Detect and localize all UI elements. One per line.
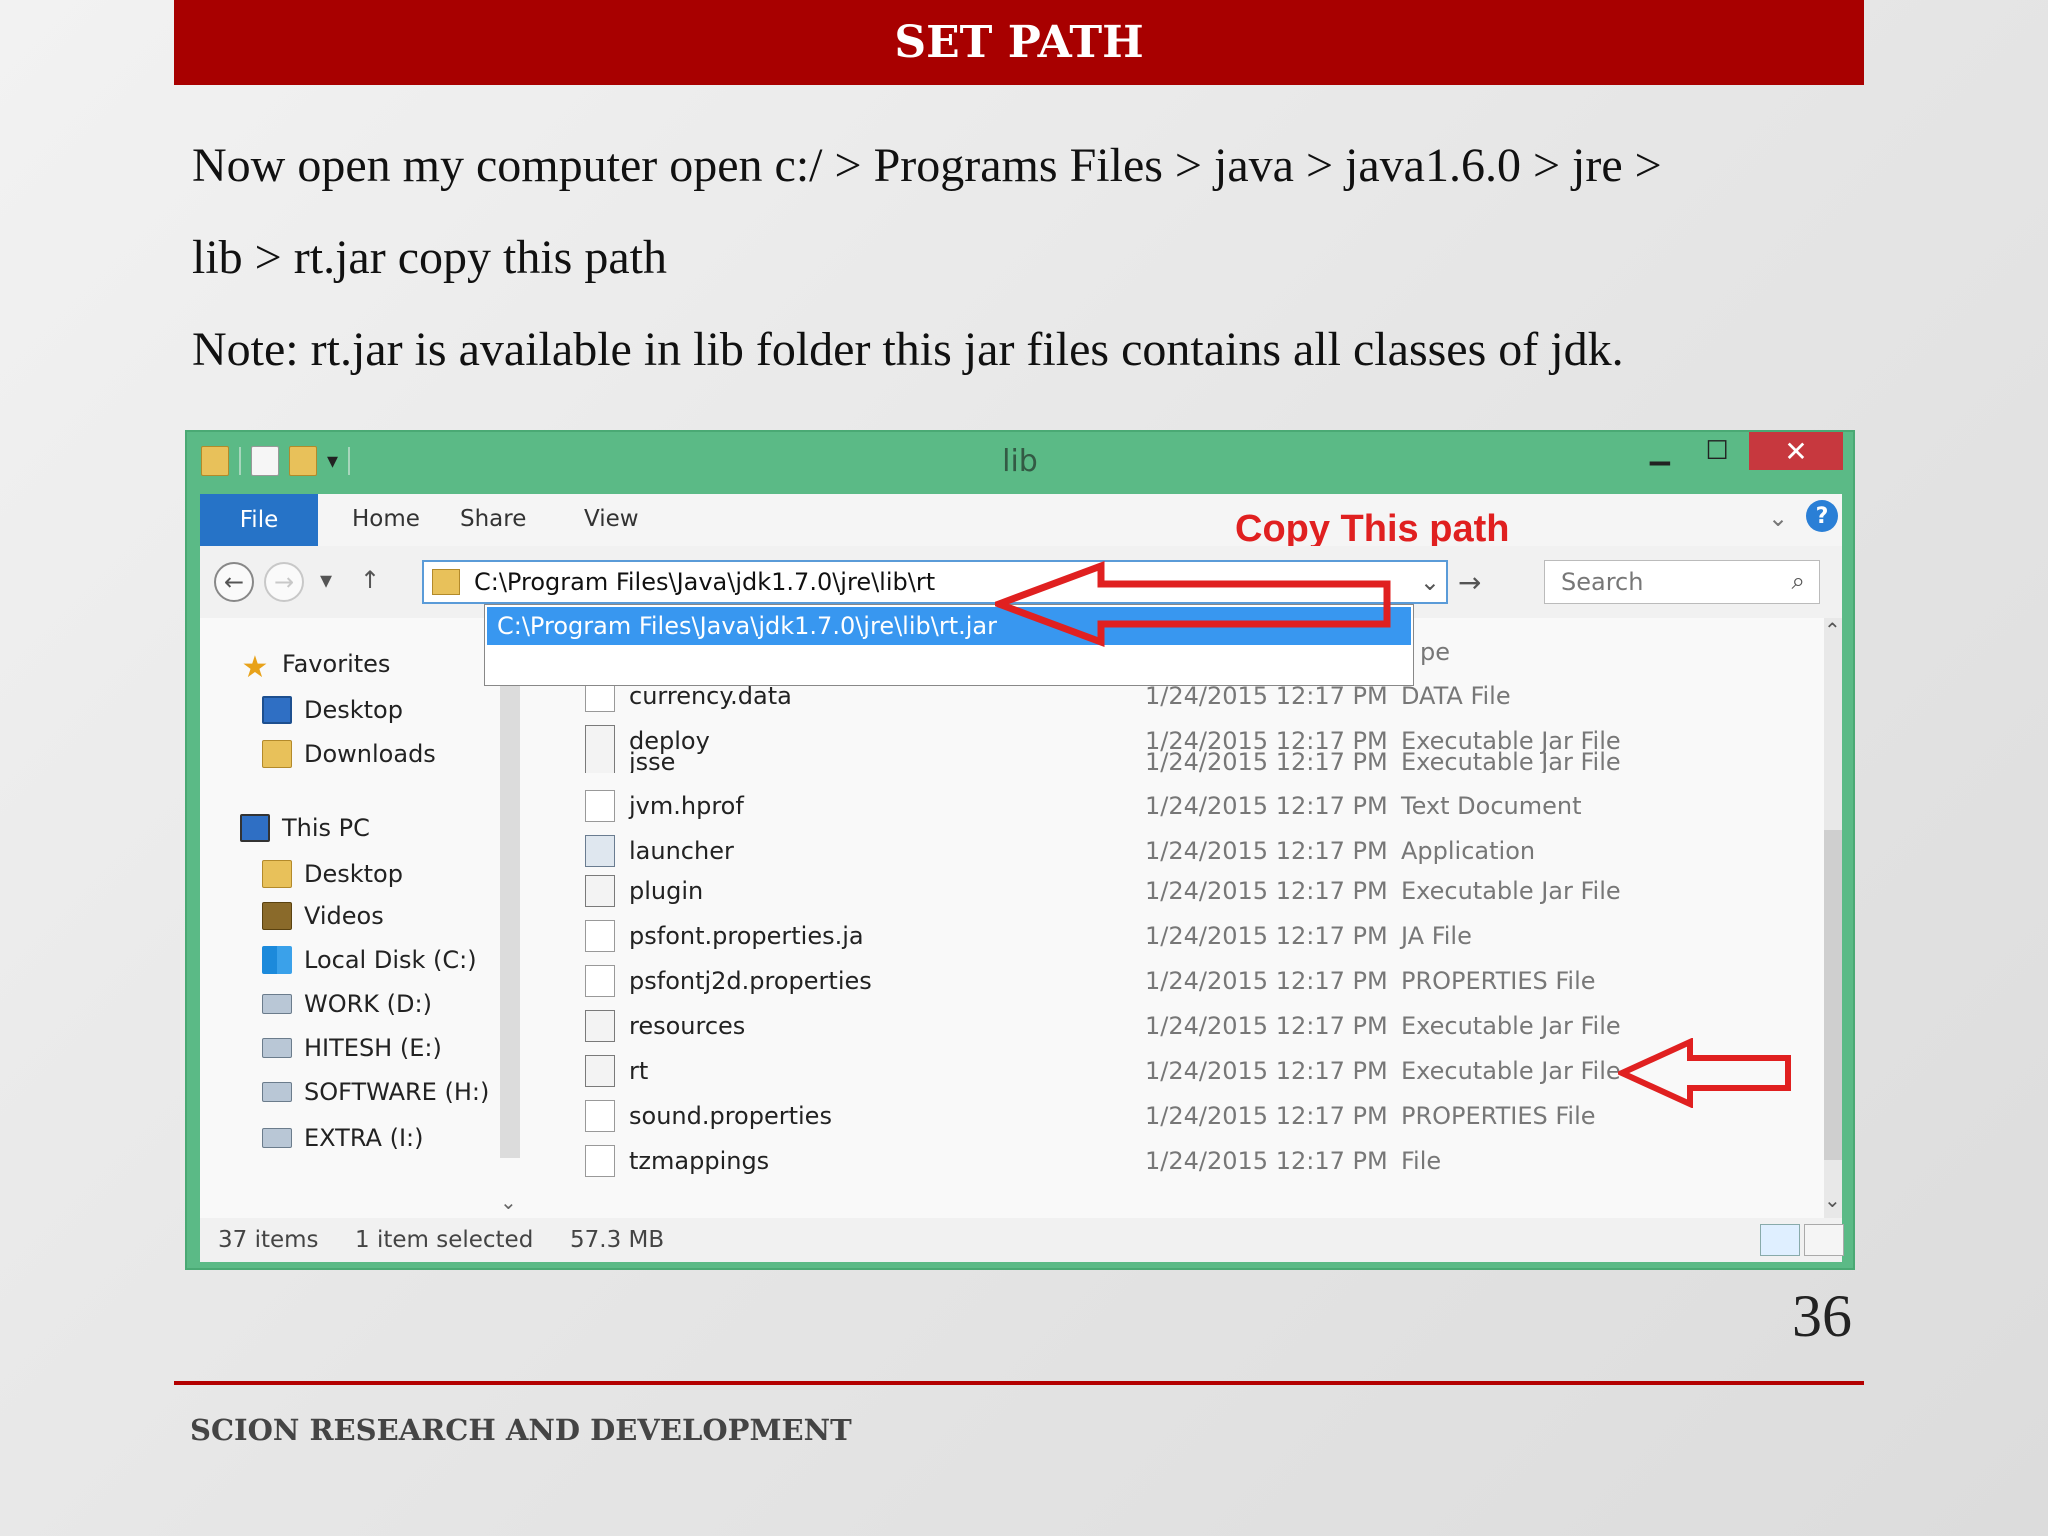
drive-icon (262, 994, 292, 1014)
content-area: ★ Favorites Desktop Downloads This PC De… (200, 618, 1842, 1218)
forward-button[interactable]: → (264, 562, 304, 602)
file-row[interactable]: psfontj2d.properties 1/24/2015 12:17 PM … (585, 961, 1765, 1001)
help-icon[interactable]: ? (1806, 500, 1838, 532)
videos-icon (262, 902, 292, 930)
desktop-folder-icon (262, 860, 292, 888)
footer-text: SCION RESEARCH AND DEVELOPMENT (190, 1413, 852, 1447)
tab-view[interactable]: View (584, 506, 639, 532)
footer-divider (174, 1381, 1864, 1385)
chevron-down-icon[interactable]: ⌄ (1420, 568, 1440, 596)
chevron-down-icon[interactable]: ⌄ (1824, 1188, 1841, 1212)
file-row[interactable]: tzmappings 1/24/2015 12:17 PM File (585, 1141, 1765, 1181)
expand-ribbon-icon[interactable]: ⌄ (1768, 504, 1788, 532)
note-text: Note: rt.jar is available in lib folder … (192, 323, 1624, 376)
nav-downloads[interactable]: Downloads (262, 740, 436, 768)
jar-file-icon (585, 875, 615, 907)
large-icons-view-icon[interactable] (1804, 1224, 1844, 1256)
navigation-pane: ★ Favorites Desktop Downloads This PC De… (200, 618, 520, 1218)
file-row[interactable]: psfont.properties.ja 1/24/2015 12:17 PM … (585, 916, 1765, 956)
nav-pane-scrollbar[interactable] (500, 658, 520, 1158)
search-icon[interactable]: ⌕ (1792, 567, 1805, 595)
application-icon (585, 835, 615, 867)
selection-size: 57.3 MB (570, 1227, 665, 1253)
explorer-window: ▾ lib ▁ ☐ ✕ File Home Share View ⌄ ? Cop… (185, 430, 1855, 1270)
nav-work-drive[interactable]: WORK (D:) (262, 990, 432, 1018)
scrollbar-thumb[interactable] (1824, 830, 1842, 1160)
copy-path-annotation: Copy This path (1235, 508, 1510, 550)
go-button[interactable]: → (1458, 566, 1481, 599)
tab-share[interactable]: Share (460, 506, 526, 532)
folder-icon (432, 569, 460, 595)
nav-local-disk[interactable]: Local Disk (C:) (262, 946, 477, 974)
desktop-icon (262, 696, 292, 724)
minimize-button[interactable]: ▁ (1635, 432, 1685, 470)
nav-software-drive[interactable]: SOFTWARE (H:) (262, 1078, 489, 1106)
file-icon (585, 1100, 615, 1132)
tab-file[interactable]: File (200, 494, 318, 546)
chevron-up-icon[interactable]: ⌃ (1824, 618, 1841, 642)
computer-icon (240, 814, 270, 842)
nav-pc-desktop[interactable]: Desktop (262, 860, 403, 888)
drive-icon (262, 1128, 292, 1148)
file-row[interactable]: sound.properties 1/24/2015 12:17 PM PROP… (585, 1096, 1765, 1136)
file-row[interactable]: resources 1/24/2015 12:17 PM Executable … (585, 1006, 1765, 1046)
drive-icon (262, 1082, 292, 1102)
ribbon: File Home Share View ⌄ ? (200, 494, 1842, 546)
jar-file-icon (585, 1055, 615, 1087)
window-title: lib (1002, 444, 1038, 479)
nav-this-pc[interactable]: This PC (240, 814, 370, 842)
file-icon (585, 965, 615, 997)
recent-locations-icon[interactable]: ▾ (320, 566, 332, 594)
instruction-line-1: Now open my computer open c:/ > Programs… (192, 139, 1662, 192)
details-view-icon[interactable] (1760, 1224, 1800, 1256)
page-number: 36 (1792, 1283, 1852, 1349)
address-input[interactable]: C:\Program Files\Java\jdk1.7.0\jre\lib\r… (474, 568, 935, 596)
maximize-button[interactable]: ☐ (1692, 432, 1742, 470)
status-bar: 37 items 1 item selected 57.3 MB (200, 1218, 1844, 1262)
nav-extra-drive[interactable]: EXTRA (I:) (262, 1124, 423, 1152)
text-file-icon (585, 790, 615, 822)
file-icon (585, 1145, 615, 1177)
drive-icon (262, 1038, 292, 1058)
column-header-type[interactable]: pe (1420, 638, 1450, 666)
tab-home[interactable]: Home (352, 506, 420, 532)
downloads-icon (262, 740, 292, 768)
arrow-to-address (995, 560, 1391, 648)
nav-desktop[interactable]: Desktop (262, 696, 403, 724)
nav-hitesh-drive[interactable]: HITESH (E:) (262, 1034, 442, 1062)
window-titlebar: ▾ lib ▁ ☐ ✕ (187, 432, 1853, 494)
item-count: 37 items (218, 1227, 319, 1253)
jar-file-icon (585, 751, 615, 773)
file-row[interactable]: plugin 1/24/2015 12:17 PM Executable Jar… (585, 871, 1765, 911)
chevron-down-icon[interactable]: ⌄ (500, 1190, 517, 1214)
back-button[interactable]: ← (214, 562, 254, 602)
windows-drive-icon (262, 946, 292, 974)
nav-videos[interactable]: Videos (262, 902, 384, 930)
file-row[interactable]: jsse 1/24/2015 12:17 PM Executable Jar F… (585, 751, 1765, 773)
slide-title: SET PATH (174, 0, 1864, 85)
file-row[interactable]: launcher 1/24/2015 12:17 PM Application (585, 831, 1765, 871)
selection-count: 1 item selected (355, 1227, 534, 1253)
jar-file-icon (585, 1010, 615, 1042)
instruction-line-2: lib > rt.jar copy this path (192, 231, 667, 284)
star-icon: ★ (241, 650, 269, 685)
nav-favorites[interactable]: ★ Favorites (240, 650, 391, 685)
file-row[interactable]: jvm.hprof 1/24/2015 12:17 PM Text Docume… (585, 786, 1765, 826)
search-input[interactable]: Search ⌕ (1544, 560, 1820, 604)
up-button[interactable]: ↑ (360, 566, 380, 594)
arrow-to-rt (1618, 1038, 1791, 1108)
file-icon (585, 920, 615, 952)
file-row-rt[interactable]: rt 1/24/2015 12:17 PM Executable Jar Fil… (585, 1051, 1765, 1091)
close-button[interactable]: ✕ (1749, 432, 1843, 470)
